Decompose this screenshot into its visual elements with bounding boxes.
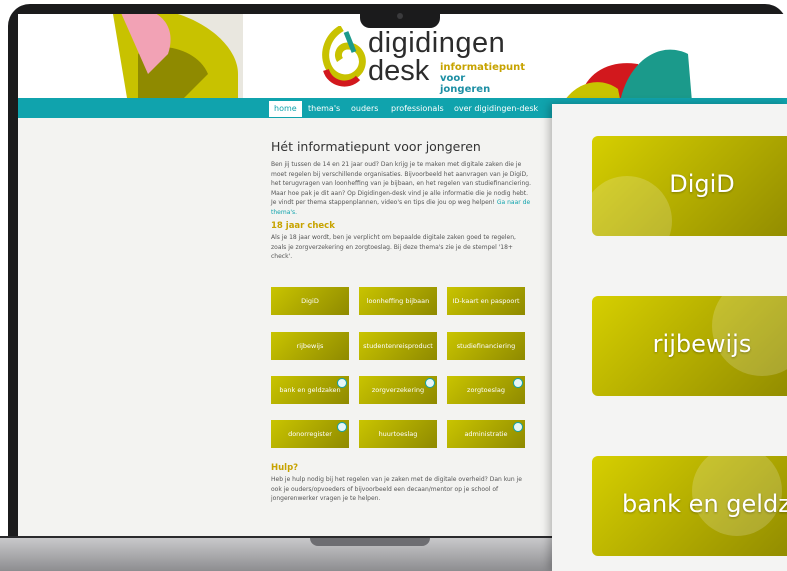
theme-tile-digid[interactable]: DigiD xyxy=(271,287,349,315)
intro-text: Ben jij tussen de 14 en 21 jaar oud? Dan… xyxy=(271,161,531,206)
theme-tile-donorregister[interactable]: donorregister xyxy=(271,420,349,448)
logo-word-digidingen: digidingen xyxy=(368,27,506,59)
help-heading: Hulp? xyxy=(271,463,299,473)
tile-label: loonheffing bijbaan xyxy=(366,297,430,305)
tile-label: rijbewijs xyxy=(296,342,324,350)
tile-label: studentenreisproduct xyxy=(363,342,433,350)
big-card-rijbewijs[interactable]: rijbewijs xyxy=(592,296,787,396)
tile-label: donorregister xyxy=(288,430,332,438)
tile-label: ID-kaart en paspoort xyxy=(452,297,520,305)
laptop-mockup: digidingen desk informatiepunt voor jong… xyxy=(0,0,787,571)
check-badge-icon xyxy=(337,422,347,432)
intro-paragraph: Ben jij tussen de 14 en 21 jaar oud? Dan… xyxy=(271,160,533,217)
check-badge-icon xyxy=(513,378,523,388)
logo-tagline-2: voor jongeren xyxy=(440,73,491,95)
help-paragraph: Heb je hulp nodig bij het regelen van je… xyxy=(271,476,522,502)
theme-tile-id-kaart[interactable]: ID-kaart en paspoort xyxy=(447,287,525,315)
logo-word-desk: desk xyxy=(368,55,430,87)
big-card-digid[interactable]: DigiD xyxy=(592,136,787,236)
laptop-notch xyxy=(310,538,430,546)
logo-tagline-1: informatiepunt xyxy=(440,62,526,73)
swirl-decoration-right xyxy=(566,49,692,98)
theme-tile-zorgverzekering[interactable]: zorgverzekering xyxy=(359,376,437,404)
check-paragraph: Als je 18 jaar wordt, ben je verplicht o… xyxy=(271,234,516,260)
check-badge-icon xyxy=(337,378,347,388)
swirl-decoration-left xyxy=(113,14,243,98)
theme-tile-zorgtoeslag[interactable]: zorgtoeslag xyxy=(447,376,525,404)
check-heading: 18 jaar check xyxy=(271,221,335,231)
check-badge-icon xyxy=(513,422,523,432)
tile-label: huurtoeslag xyxy=(378,430,418,438)
tile-label: zorgtoeslag xyxy=(467,386,505,394)
nav-item-over[interactable]: over digidingen-desk xyxy=(449,101,543,117)
logo-mark-icon xyxy=(322,26,366,87)
nav-item-ouders[interactable]: ouders xyxy=(346,101,383,117)
big-card-label: bank en geldza xyxy=(622,490,787,518)
camera-notch xyxy=(360,4,440,28)
big-card-label: DigiD xyxy=(669,170,735,198)
theme-tile-administratie[interactable]: administratie xyxy=(447,420,525,448)
big-card-label: rijbewijs xyxy=(652,330,752,358)
tile-label: bank en geldzaken xyxy=(279,386,341,394)
nav-item-home[interactable]: home xyxy=(269,101,302,117)
theme-tile-rijbewijs[interactable]: rijbewijs xyxy=(271,332,349,360)
zoom-panel: DigiD rijbewijs bank en geldza xyxy=(552,104,787,571)
nav-item-professionals[interactable]: professionals xyxy=(386,101,449,117)
check-badge-icon xyxy=(425,378,435,388)
theme-tile-studiefinanciering[interactable]: studiefinanciering xyxy=(447,332,525,360)
theme-tile-bank[interactable]: bank en geldzaken xyxy=(271,376,349,404)
big-card-bank[interactable]: bank en geldza xyxy=(592,456,787,556)
site-logo[interactable]: digidingen desk informatiepunt voor jong… xyxy=(318,26,525,96)
theme-tile-studentenreisproduct[interactable]: studentenreisproduct xyxy=(359,332,437,360)
camera-icon xyxy=(397,13,403,19)
tile-label: administratie xyxy=(464,430,508,438)
tile-label: studiefinanciering xyxy=(456,342,516,350)
tile-label: zorgverzekering xyxy=(371,386,425,394)
theme-tile-huurtoeslag[interactable]: huurtoeslag xyxy=(359,420,437,448)
nav-item-themas[interactable]: thema's xyxy=(303,101,345,117)
page-title: Hét informatiepunt voor jongeren xyxy=(271,139,481,154)
theme-tile-loonheffing[interactable]: loonheffing bijbaan xyxy=(359,287,437,315)
tile-label: DigiD xyxy=(301,297,319,305)
